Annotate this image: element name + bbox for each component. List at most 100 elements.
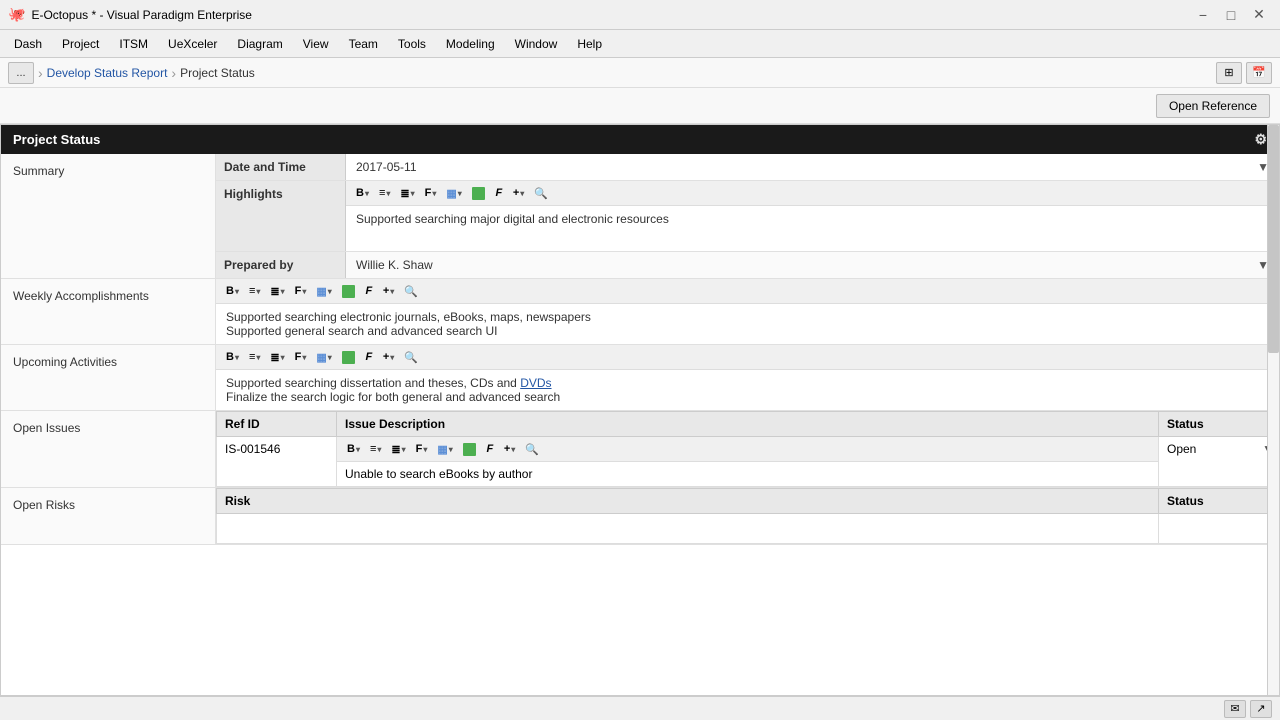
bold-button[interactable]: B▾ [352,184,373,202]
issue-table-button[interactable]: ▦▾ [433,440,456,458]
menu-tools[interactable]: Tools [388,33,436,55]
weekly-font-button[interactable]: F▾ [291,282,311,300]
weekly-content: B▾ ≡▾ ≣▾ F▾ ▦▾ F +▾ 🔍 Supported searchin… [216,279,1279,344]
col-risk: Risk [217,489,1159,514]
green-icon-button[interactable] [468,184,489,202]
col-risk-status: Status [1159,489,1279,514]
list-button[interactable]: ≣▾ [396,184,418,202]
issue-description-text[interactable]: Unable to search eBooks by author [337,462,1158,486]
app-title: E-Octopus * - Visual Paradigm Enterprise [31,8,252,22]
table-button[interactable]: ▦▾ [442,184,465,202]
layout-icon[interactable]: ⊞ [1216,62,1242,84]
issue-list-button[interactable]: ≣▾ [387,440,409,458]
scrollbar-thumb[interactable] [1268,125,1279,353]
scrollbar-track[interactable] [1267,125,1279,695]
weekly-inner: Weekly Accomplishments B▾ ≡▾ ≣▾ F▾ ▦▾ F … [1,279,1279,344]
menu-bar: Dash Project ITSM UeXceler Diagram View … [0,30,1280,58]
minimize-button[interactable]: − [1190,5,1216,25]
upcoming-font-button[interactable]: F▾ [291,348,311,366]
date-time-row: Date and Time 2017-05-11 ▼ [216,154,1279,181]
maximize-button[interactable]: □ [1218,5,1244,25]
section-settings-icon[interactable]: ⚙ [1254,131,1267,148]
prepared-by-value: Willie K. Shaw [356,258,433,272]
calendar-icon[interactable]: 📅 [1246,62,1272,84]
weekly-search-button[interactable]: 🔍 [400,282,422,300]
section-header: Project Status ⚙ [1,125,1279,154]
date-time-value-cell[interactable]: 2017-05-11 ▼ [346,155,1279,179]
menu-diagram[interactable]: Diagram [227,33,292,55]
weekly-green-button[interactable] [338,282,359,300]
upcoming-align-button[interactable]: ≡▾ [245,348,264,366]
menu-dash[interactable]: Dash [4,33,52,55]
close-button[interactable]: ✕ [1246,5,1272,25]
breadcrumb-sep2: › [171,65,176,81]
italic-button[interactable]: F [491,184,507,202]
issue-ref-id: IS-001546 [217,437,337,487]
highlights-row: Highlights B▾ ≡▾ ≣▾ F▾ ▦▾ F +▾ 🔍 [216,181,1279,252]
breadcrumb-develop-status[interactable]: Develop Status Report [47,66,168,80]
issue-status-cell: Open ▼ [1159,437,1279,487]
issue-toolbar: B▾ ≡▾ ≣▾ F▾ ▦▾ F +▾ 🔍 [337,437,1158,462]
dvds-link[interactable]: DVDs [520,376,551,390]
issue-search-button[interactable]: 🔍 [521,440,543,458]
weekly-bold-button[interactable]: B▾ [222,282,243,300]
upcoming-table-button[interactable]: ▦▾ [312,348,335,366]
main-content: Project Status ⚙ Summary Date and Time 2… [0,124,1280,696]
bottom-bar: ✉ ↗ [0,696,1280,720]
summary-section: Summary Date and Time 2017-05-11 ▼ Highl… [1,154,1279,279]
issue-green-button[interactable] [459,440,480,458]
breadcrumb-sep1: › [38,65,43,81]
issue-align-button[interactable]: ≡▾ [366,440,385,458]
upcoming-list-button[interactable]: ≣▾ [266,348,288,366]
weekly-list-button[interactable]: ≣▾ [266,282,288,300]
menu-window[interactable]: Window [505,33,568,55]
weekly-plus-button[interactable]: +▾ [379,282,398,300]
date-time-value: 2017-05-11 [356,160,417,174]
breadcrumb-more[interactable]: ... [8,62,34,84]
upcoming-inner: Upcoming Activities B▾ ≡▾ ≣▾ F▾ ▦▾ F +▾ … [1,345,1279,410]
menu-view[interactable]: View [293,33,339,55]
issue-italic-button[interactable]: F [482,440,498,458]
issues-table: Ref ID Issue Description Status IS-00154… [216,411,1279,487]
weekly-italic-button[interactable]: F [361,282,377,300]
upcoming-bold-button[interactable]: B▾ [222,348,243,366]
upcoming-italic-button[interactable]: F [361,348,377,366]
prepared-by-value-cell[interactable]: Willie K. Shaw ▼ [346,253,1279,277]
plus-button[interactable]: +▾ [509,184,528,202]
upcoming-plus-button[interactable]: +▾ [379,348,398,366]
mail-icon[interactable]: ✉ [1224,700,1246,718]
risks-status-empty [1159,514,1279,544]
font-button[interactable]: F▾ [421,184,441,202]
issue-plus-button[interactable]: +▾ [500,440,519,458]
section-title: Project Status [13,132,100,147]
summary-content: Date and Time 2017-05-11 ▼ Highlights B▾… [216,154,1279,278]
weekly-label: Weekly Accomplishments [1,279,216,344]
open-reference-button[interactable]: Open Reference [1156,94,1270,118]
menu-itsm[interactable]: ITSM [109,33,158,55]
breadcrumb-icons: ⊞ 📅 [1216,62,1272,84]
highlights-inner: Highlights B▾ ≡▾ ≣▾ F▾ ▦▾ F +▾ 🔍 [216,181,1279,251]
weekly-align-button[interactable]: ≡▾ [245,282,264,300]
col-issue-desc: Issue Description [337,412,1159,437]
menu-project[interactable]: Project [52,33,109,55]
highlights-editor: B▾ ≡▾ ≣▾ F▾ ▦▾ F +▾ 🔍 Supported searchin… [346,181,1279,251]
issue-bold-button[interactable]: B▾ [343,440,364,458]
issue-ref-id-value: IS-001546 [217,437,336,461]
upcoming-green-button[interactable] [338,348,359,366]
highlights-text[interactable]: Supported searching major digital and el… [346,206,1279,236]
menu-modeling[interactable]: Modeling [436,33,505,55]
export-icon[interactable]: ↗ [1250,700,1272,718]
weekly-table-button[interactable]: ▦▾ [312,282,335,300]
window-controls[interactable]: − □ ✕ [1190,5,1272,25]
app-icon: 🐙 [8,6,25,23]
weekly-line1: Supported searching electronic journals,… [226,310,1269,324]
align-button[interactable]: ≡▾ [375,184,394,202]
upcoming-content: B▾ ≡▾ ≣▾ F▾ ▦▾ F +▾ 🔍 Supported searchin… [216,345,1279,410]
menu-help[interactable]: Help [567,33,612,55]
search-icon-button[interactable]: 🔍 [530,184,552,202]
upcoming-search-button[interactable]: 🔍 [400,348,422,366]
issue-font-button[interactable]: F▾ [412,440,432,458]
menu-uexceler[interactable]: UeXceler [158,33,227,55]
menu-team[interactable]: Team [339,33,388,55]
breadcrumb-project-status: Project Status [180,66,255,80]
